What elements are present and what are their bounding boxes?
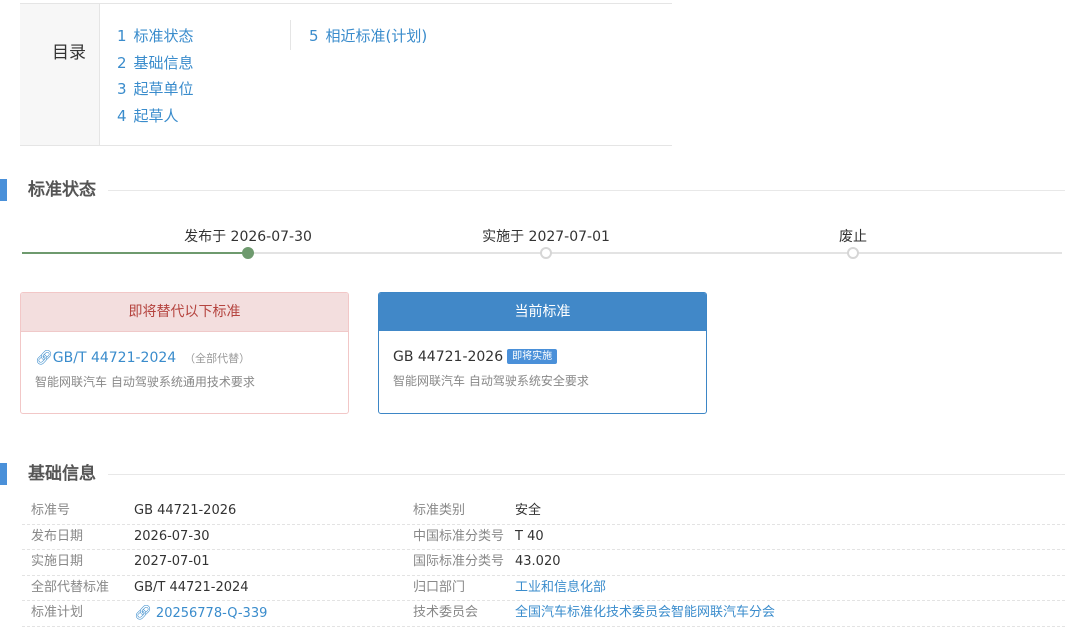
field-label: 标准号 [31,503,71,518]
field-label: 标准计划 [31,605,84,621]
field-label: 国际标准分类号 [413,554,505,570]
toc-item-drafters[interactable]: 4 起草人 [117,103,194,130]
link-icon: 🔗︎ [35,350,53,366]
card-header: 当前标准 [379,293,706,331]
current-standard-card: 当前标准 GB 44721-2026 即将实施 智能网联汽车 自动驾驶系统安全要求 [378,292,707,414]
field-value: 43.020 [515,554,561,570]
timeline-label-implemented: 实施于 2027-07-01 [482,229,610,245]
field-value: 安全 [515,503,542,518]
toc-list-column-2: 5 相近标准(计划) [309,23,427,50]
toc-list: 1 标准状态 2 基础信息 3 起草单位 4 起草人 [117,23,194,129]
table-row: 标准号 GB 44721-2026 标准类别 安全 [22,499,1065,525]
toc-item-number: 3 [117,80,127,98]
toc-item-label: 标准状态 [133,27,194,45]
field-value: 2026-07-30 [134,528,210,544]
card-body: 🔗︎GB/T 44721-2024 （全部代替） 智能网联汽车 自动驾驶系统通用技… [21,332,348,390]
toc-item-label: 相近标准(计划) [325,27,428,45]
basic-info-table: 标准号 GB 44721-2026 标准类别 安全 发布日期 2026-07-3… [22,499,1065,627]
field-label: 中国标准分类号 [413,528,505,544]
standard-plan-link[interactable]: 🔗︎ 20256778-Q-339 [134,601,267,626]
toc-item-basic-info[interactable]: 2 基础信息 [117,50,194,77]
replaced-standard-card: 即将替代以下标准 🔗︎GB/T 44721-2024 （全部代替） 智能网联汽车 … [20,292,349,414]
timeline-node-implemented [540,247,552,259]
field-label: 标准类别 [413,503,466,518]
field-value: GB 44721-2026 [134,503,237,518]
field-label: 全部代替标准 [31,579,110,595]
timeline-label-published: 发布于 2026-07-30 [184,229,312,245]
card-body: GB 44721-2026 即将实施 智能网联汽车 自动驾驶系统安全要求 [379,331,706,389]
timeline-label-abolished: 废止 [839,229,867,245]
toc-item-label: 基础信息 [133,53,194,72]
status-timeline: 发布于 2026-07-30 实施于 2027-07-01 废止 [22,226,1062,266]
field-label: 发布日期 [31,528,84,544]
toc-item-number: 5 [309,27,319,45]
toc-item-number: 4 [117,106,127,125]
replacement-note: （全部代替） [184,352,251,365]
replaced-standard-description: 智能网联汽车 自动驾驶系统通用技术要求 [35,375,255,389]
replaced-standard-link[interactable]: 🔗︎GB/T 44721-2024 [35,350,176,366]
section-divider [108,474,1065,475]
section-header-standard-status: 标准状态 [0,179,1065,201]
toc-item-similar-standards[interactable]: 5 相近标准(计划) [309,23,427,50]
current-standard-number: GB 44721-2026 [393,349,504,365]
table-of-contents: 目录 1 标准状态 2 基础信息 3 起草单位 4 起草人 5 相近标准(计划) [20,3,672,146]
card-header: 即将替代以下标准 [21,293,348,332]
section-accent-bar [0,179,7,201]
section-divider [108,190,1065,191]
standard-plan-number: 20256778-Q-339 [155,606,268,622]
toc-item-number: 1 [117,27,127,45]
current-standard-line: GB 44721-2026 即将实施 [393,347,692,367]
field-value: T 40 [515,528,544,544]
toc-item-drafting-units[interactable]: 3 起草单位 [117,76,194,103]
table-row: 发布日期 2026-07-30 中国标准分类号 T 40 [22,525,1065,551]
timeline-node-abolished [847,247,859,259]
replaced-standard-line: 🔗︎GB/T 44721-2024 （全部代替） [35,348,334,368]
toc-item-number: 2 [117,53,127,72]
field-label: 技术委员会 [413,605,479,621]
section-accent-bar [0,463,7,485]
timeline-node-published [242,247,254,259]
replaced-standard-number: GB/T 44721-2024 [52,350,177,366]
toc-divider [290,20,291,50]
timeline-progress [22,252,251,254]
link-icon: 🔗︎ [134,605,152,622]
table-row: 全部代替标准 GB/T 44721-2024 归口部门 工业和信息化部 [22,576,1065,602]
field-value: 2027-07-01 [134,554,210,570]
field-label: 实施日期 [31,554,84,570]
toc-item-label: 起草人 [133,106,179,125]
status-badge: 即将实施 [507,349,558,364]
field-value: GB/T 44721-2024 [134,579,249,595]
toc-item-label: 起草单位 [133,80,194,98]
section-header-basic-info: 基础信息 [0,463,1065,485]
current-standard-description: 智能网联汽车 自动驾驶系统安全要求 [393,374,589,388]
toc-label-column: 目录 [20,4,100,145]
competent-department-link[interactable]: 工业和信息化部 [515,576,606,600]
toc-title: 目录 [52,43,86,63]
section-title: 标准状态 [28,180,96,200]
table-row: 实施日期 2027-07-01 国际标准分类号 43.020 [22,550,1065,576]
field-label: 归口部门 [413,579,466,595]
table-row: 标准计划 🔗︎ 20256778-Q-339 技术委员会 全国汽车标准化技术委员… [22,601,1065,627]
section-title: 基础信息 [28,464,96,484]
toc-item-standard-status[interactable]: 1 标准状态 [117,23,194,50]
technical-committee-link[interactable]: 全国汽车标准化技术委员会智能网联汽车分会 [515,601,775,625]
